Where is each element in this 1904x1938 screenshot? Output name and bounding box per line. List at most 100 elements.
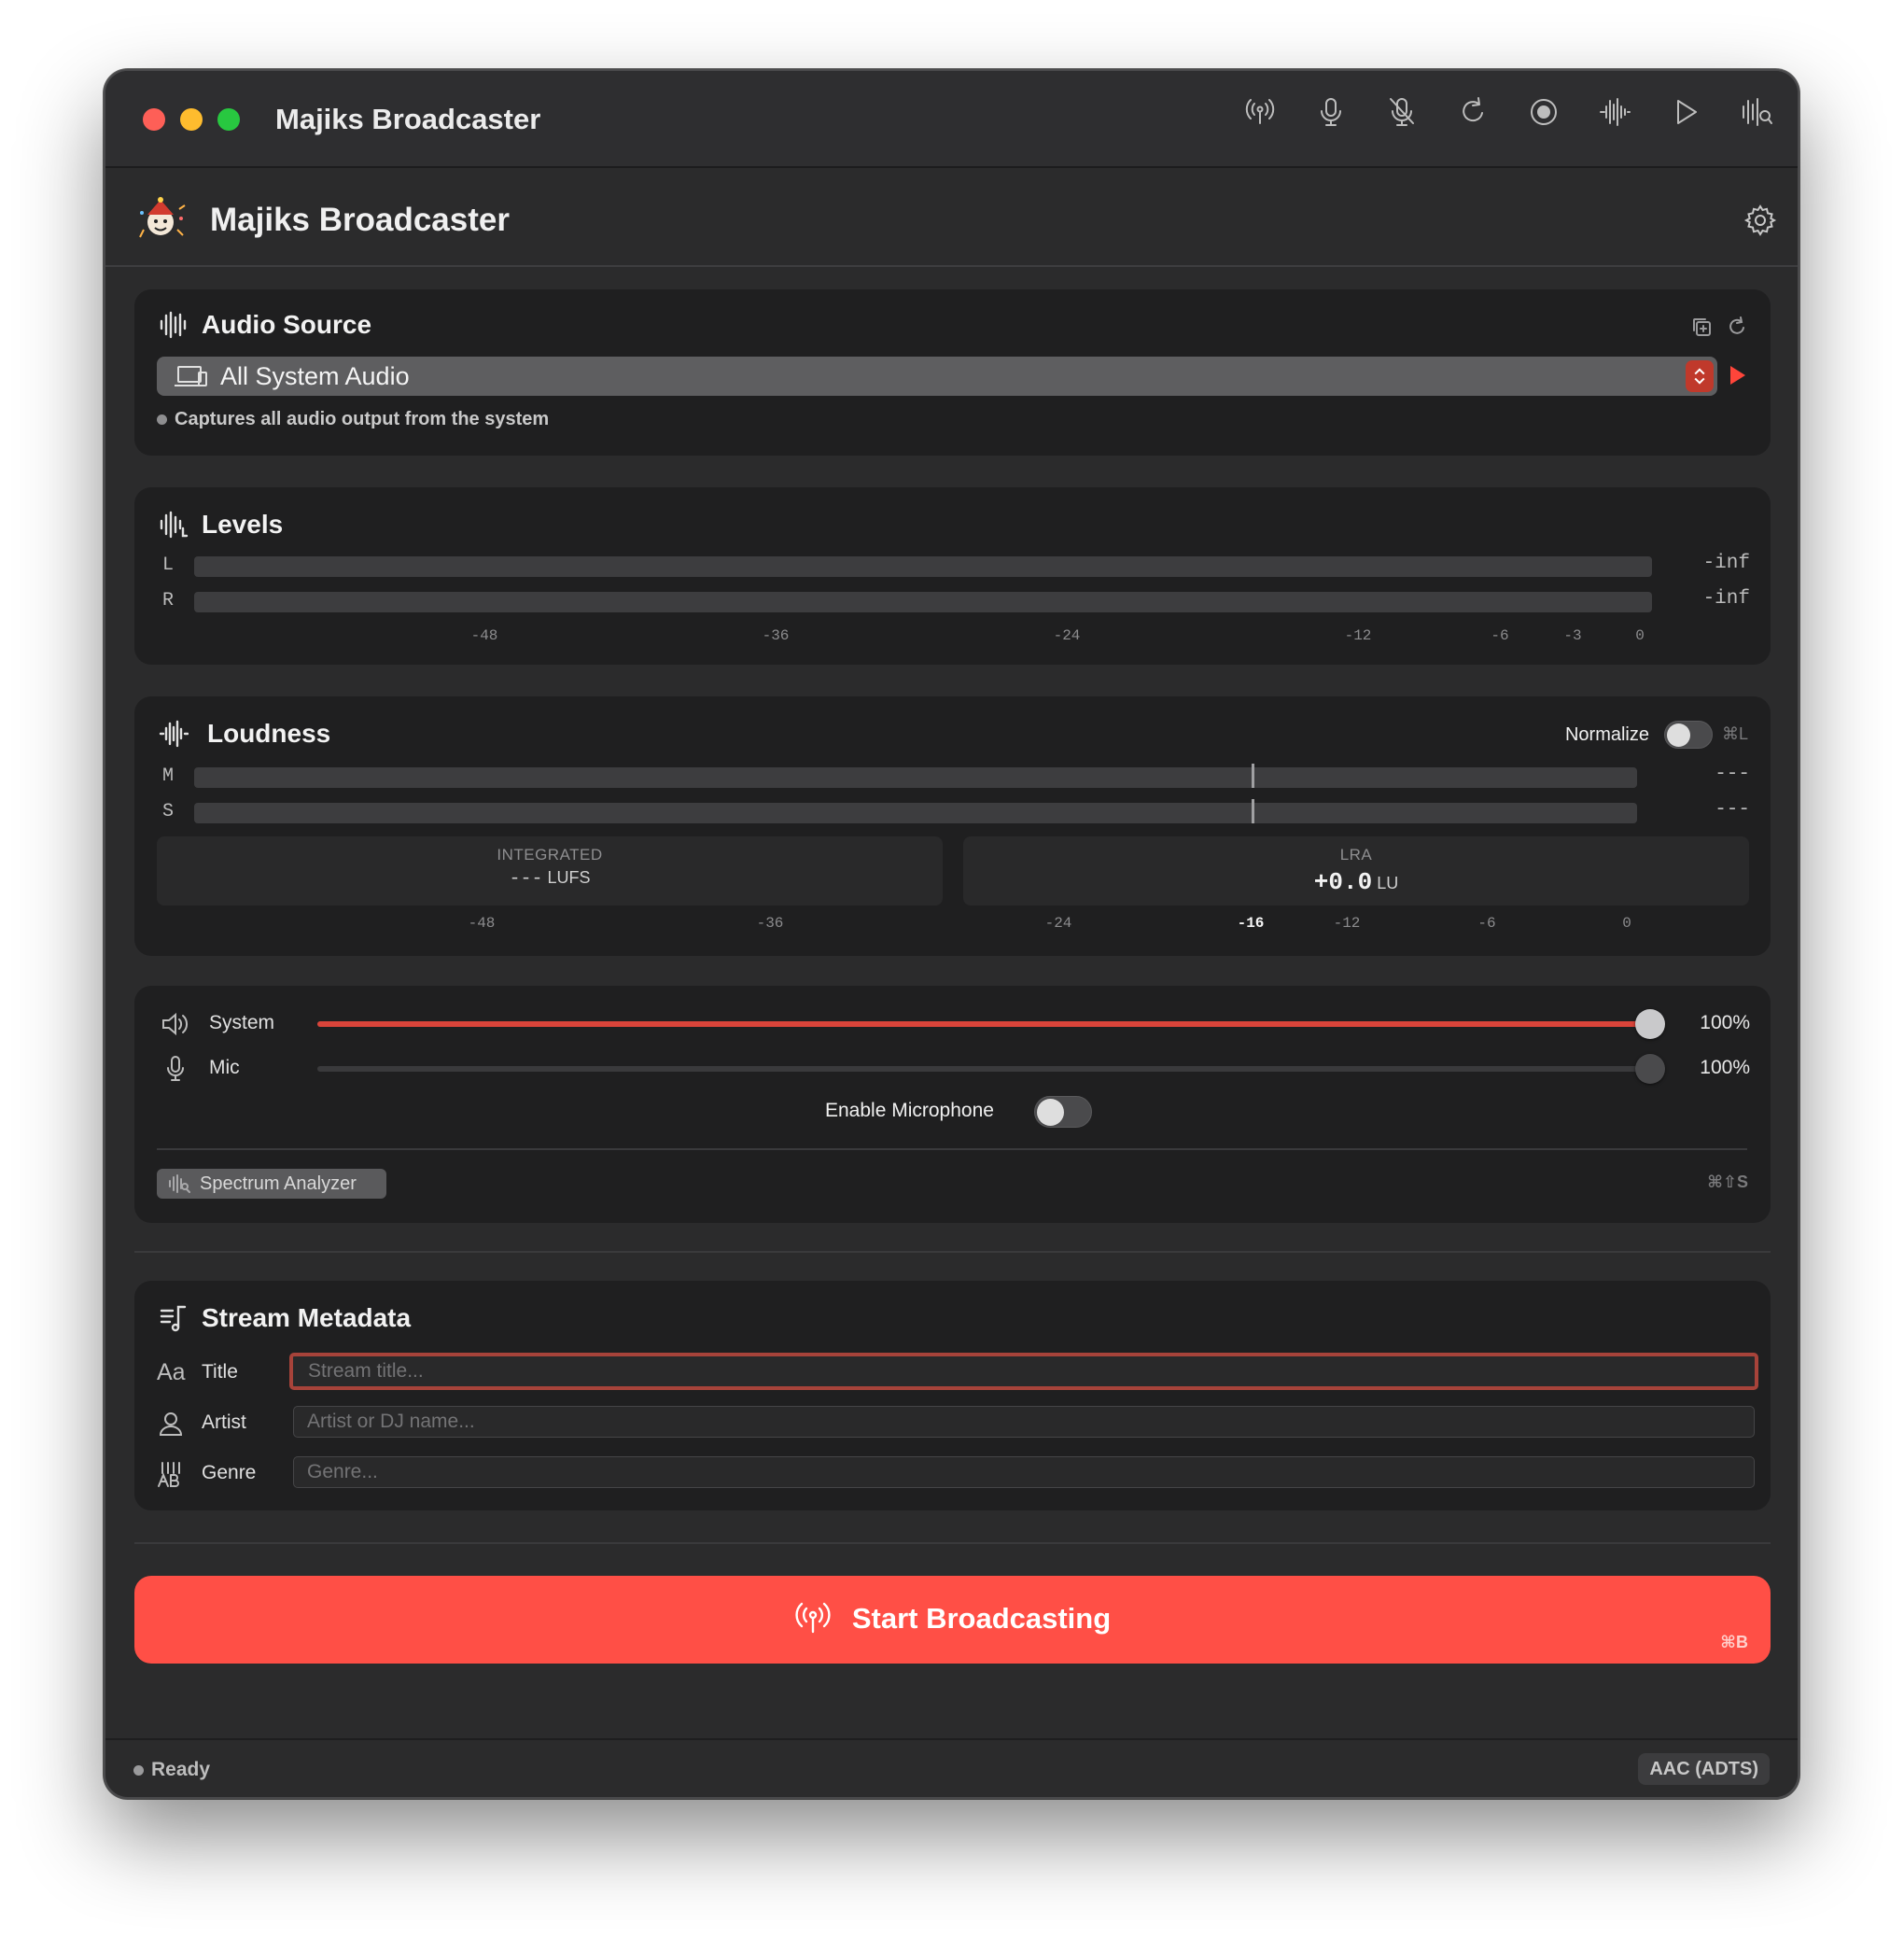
select-stepper-icon[interactable] xyxy=(1686,360,1714,392)
level-bar-left xyxy=(194,556,1652,577)
status-dot xyxy=(133,1764,144,1776)
app-name: Majiks Broadcaster xyxy=(210,202,510,238)
normalize-toggle[interactable] xyxy=(1664,721,1713,749)
status-dot xyxy=(157,414,167,425)
spectrum-analyzer-label: Spectrum Analyzer xyxy=(200,1173,357,1194)
spectrum-icon[interactable] xyxy=(1740,93,1773,131)
toggle-knob xyxy=(1037,1099,1064,1126)
title-bar: Majiks Broadcaster xyxy=(105,71,1798,168)
audio-source-description-text: Captures all audio output from the syste… xyxy=(175,409,550,429)
artist-input[interactable] xyxy=(293,1406,1755,1438)
integrated-number: --- xyxy=(509,868,543,890)
title-row: Aa Title xyxy=(134,1353,1771,1393)
loudness-bar-momentary xyxy=(194,767,1637,788)
levels-scale: -48 -36 -24 -12 -6 -3 0 xyxy=(134,627,1771,646)
app-window: Majiks Broadcaster Majiks Broadcaster Au… xyxy=(104,69,1799,1799)
channel-value: --- xyxy=(1715,799,1750,821)
audio-source-select[interactable]: All System Audio xyxy=(157,357,1717,396)
scale-tick: -12 xyxy=(1333,915,1361,932)
loudness-waveform-icon xyxy=(159,719,192,749)
title-label: Title xyxy=(202,1361,238,1383)
normalize-label: Normalize xyxy=(1564,724,1649,745)
start-broadcasting-shortcut: ⌘B xyxy=(1720,1633,1748,1651)
codec-badge: AAC (ADTS) xyxy=(1638,1753,1770,1785)
system-volume-fill xyxy=(317,1021,1643,1027)
start-broadcasting-button[interactable]: Start Broadcasting ⌘B xyxy=(134,1576,1771,1664)
window-title: Majiks Broadcaster xyxy=(275,103,541,135)
genre-input[interactable] xyxy=(293,1456,1755,1488)
scale-tick: 0 xyxy=(1622,915,1631,932)
scale-tick: -3 xyxy=(1563,627,1582,644)
person-icon xyxy=(157,1410,189,1438)
target-marker xyxy=(1252,799,1254,823)
reload-icon[interactable] xyxy=(1726,316,1748,343)
levels-icon xyxy=(159,510,189,540)
section-divider xyxy=(134,1251,1771,1253)
window-controls xyxy=(143,108,240,131)
mic-volume-thumb[interactable] xyxy=(1635,1054,1665,1084)
scale-tick: -36 xyxy=(762,627,790,644)
laptop-speaker-icon xyxy=(174,363,209,389)
scale-tick: 0 xyxy=(1635,627,1645,644)
start-broadcasting-content: Start Broadcasting xyxy=(134,1600,1771,1637)
audio-source-card: Audio Source All System Audio Captures a… xyxy=(134,289,1771,456)
channel-label: M xyxy=(162,765,175,787)
scale-tick: -6 xyxy=(1491,627,1509,644)
mic-off-icon[interactable] xyxy=(1385,93,1419,131)
audio-source-title: Audio Source xyxy=(202,310,372,339)
lra-label: LRA xyxy=(1339,846,1373,864)
normalize-shortcut: ⌘L xyxy=(1721,724,1748,743)
integrated-box: INTEGRATED --- LUFS xyxy=(157,836,943,906)
play-icon[interactable] xyxy=(1669,93,1702,131)
system-volume-slider[interactable] xyxy=(317,1009,1665,1039)
integrated-unit: LUFS xyxy=(547,868,591,887)
app-logo xyxy=(138,196,189,243)
channel-label: R xyxy=(162,590,175,611)
loudness-card: Loudness Normalize ⌘L M --- S --- INTEGR… xyxy=(134,696,1771,956)
close-window-button[interactable] xyxy=(143,108,165,131)
artist-row: Artist xyxy=(134,1406,1771,1443)
settings-gear-icon[interactable] xyxy=(1743,204,1777,237)
preview-play-icon[interactable] xyxy=(1730,366,1745,385)
integrated-label: INTEGRATED xyxy=(497,846,603,864)
mixer-divider xyxy=(157,1148,1747,1150)
zoom-window-button[interactable] xyxy=(217,108,240,131)
system-volume-row: System 100% xyxy=(134,1004,1771,1042)
artist-label: Artist xyxy=(202,1411,246,1433)
channel-value: -inf xyxy=(1702,553,1750,574)
spectrum-analyzer-button[interactable]: Spectrum Analyzer xyxy=(157,1169,386,1199)
system-volume-thumb[interactable] xyxy=(1635,1009,1665,1039)
record-icon[interactable] xyxy=(1527,93,1561,131)
copy-icon[interactable] xyxy=(1690,316,1713,343)
scale-tick: -24 xyxy=(1044,915,1072,932)
genre-label: Genre xyxy=(202,1462,257,1483)
broadcast-icon xyxy=(795,1602,831,1634)
refresh-icon[interactable] xyxy=(1456,93,1490,131)
target-marker xyxy=(1252,764,1254,788)
broadcast-icon[interactable] xyxy=(1243,93,1277,131)
start-broadcasting-label: Start Broadcasting xyxy=(851,1602,1112,1635)
loudness-scale: -48 -36 -24 -16 -12 -6 0 xyxy=(134,915,1771,934)
spectrum-icon xyxy=(169,1174,190,1193)
mic-volume-row: Mic 100% xyxy=(134,1049,1771,1087)
status-indicator: Ready xyxy=(133,1759,210,1781)
genre-icon xyxy=(157,1460,189,1488)
scale-tick: -12 xyxy=(1344,627,1372,644)
mic-volume-label: Mic xyxy=(209,1057,240,1078)
level-meter-right: R -inf xyxy=(134,588,1771,614)
loudness-meter-momentary: M --- xyxy=(134,764,1771,790)
spectrum-shortcut: ⌘⇧S xyxy=(1707,1173,1748,1191)
level-meter-left: L -inf xyxy=(134,553,1771,579)
enable-mic-toggle[interactable] xyxy=(1034,1096,1092,1128)
status-bar: Ready AAC (ADTS) xyxy=(105,1738,1798,1797)
waveform-icon[interactable] xyxy=(1598,93,1631,131)
minimize-window-button[interactable] xyxy=(180,108,203,131)
integrated-value: --- LUFS xyxy=(157,868,943,890)
lra-unit: LU xyxy=(1377,874,1399,892)
header-divider xyxy=(105,265,1798,267)
loudness-bar-short xyxy=(194,803,1637,823)
mic-icon[interactable] xyxy=(1314,93,1348,131)
mic-volume-slider[interactable] xyxy=(317,1054,1665,1084)
waveform-icon xyxy=(159,310,189,340)
stream-title-input[interactable] xyxy=(289,1353,1758,1390)
